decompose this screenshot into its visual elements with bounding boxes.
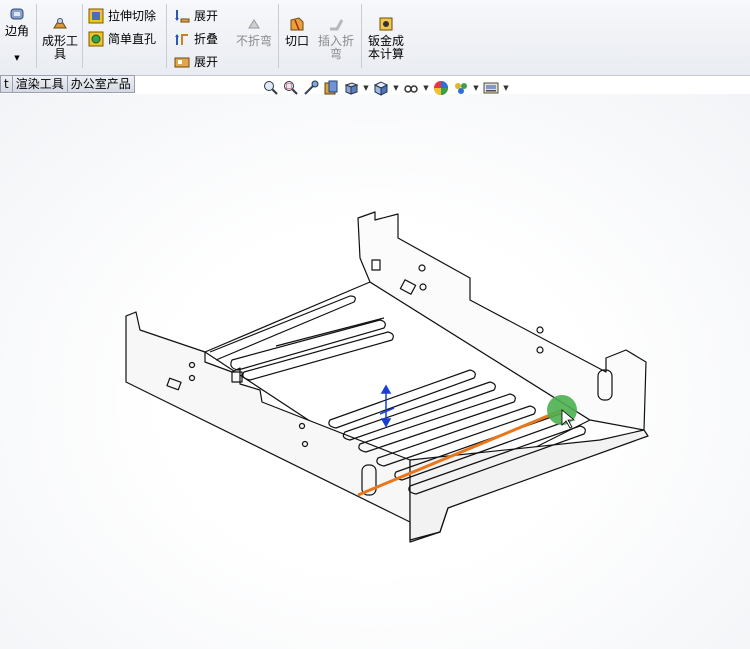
flatten-icon — [174, 57, 190, 67]
chevron-down-icon[interactable]: ▼ — [472, 84, 480, 92]
previous-view-icon[interactable] — [302, 80, 320, 96]
section-view-icon[interactable] — [322, 80, 340, 96]
chevron-down-icon[interactable]: ▼ — [362, 84, 370, 92]
forming-tool-label: 成形工 具 — [41, 34, 78, 61]
tab-render-tools[interactable]: 渲染工具 — [11, 75, 68, 93]
forming-tool-icon — [53, 18, 67, 29]
rip-icon — [290, 17, 304, 31]
apply-scene-icon[interactable] — [452, 80, 470, 96]
no-bends-icon — [248, 19, 260, 29]
no-bends-button[interactable]: 不折弯 — [233, 16, 275, 48]
corner-icon — [10, 8, 24, 20]
fold-button[interactable]: 折叠 — [174, 30, 218, 47]
flatten-label: 展开 — [194, 55, 219, 69]
tab-office-products[interactable]: 办公室产品 — [66, 75, 135, 93]
command-manager-tabs: t 渲染工具 办公室产品 — [0, 75, 135, 93]
corner-label: 边角 — [4, 24, 29, 38]
hide-show-items-icon[interactable] — [402, 80, 420, 96]
edit-appearance-icon[interactable] — [432, 80, 450, 96]
zoom-to-fit-icon[interactable] — [262, 80, 280, 96]
zoom-to-area-icon[interactable] — [282, 80, 300, 96]
insert-bends-button[interactable]: 插入折 弯 — [314, 16, 358, 61]
no-bends-label: 不折弯 — [235, 34, 272, 48]
separator — [361, 4, 362, 68]
chevron-down-icon[interactable]: ▼ — [502, 84, 510, 92]
separator — [36, 4, 37, 68]
simple-hole-button[interactable]: 简单直孔 — [88, 30, 156, 47]
extruded-cut-button[interactable]: 拉伸切除 — [88, 7, 156, 24]
extruded-cut-icon — [88, 8, 104, 23]
sheet-metal-cost-label: 钣金成 本计算 — [367, 34, 404, 61]
insert-bends-label: 插入折 弯 — [317, 34, 354, 61]
extruded-cut-label: 拉伸切除 — [108, 9, 157, 23]
chevron-down-icon[interactable]: ▼ — [422, 84, 430, 92]
insert-bends-icon — [330, 19, 344, 31]
forming-tool-button[interactable]: 成形工 具 — [40, 16, 80, 61]
graphics-area[interactable] — [0, 94, 750, 649]
unfold-button[interactable]: 展开 — [174, 7, 218, 24]
chevron-down-icon[interactable]: ▼ — [392, 84, 400, 92]
command-manager-toolbar: 边角 ▼ 成形工 具 拉伸切除 简单直孔 展开 折叠 展开 不折弯 切口 插入折… — [0, 0, 750, 76]
fold-label: 折叠 — [194, 32, 219, 46]
separator — [278, 4, 279, 68]
separator — [82, 4, 83, 68]
flatten-button[interactable]: 展开 — [174, 53, 218, 70]
chevron-down-icon[interactable]: ▼ — [2, 52, 32, 65]
unfold-label: 展开 — [194, 9, 219, 23]
rip-label: 切口 — [284, 34, 309, 48]
simple-hole-icon — [88, 31, 104, 46]
sheet-metal-cost-button[interactable]: 钣金成 本计算 — [364, 16, 408, 61]
unfold-icon — [175, 9, 190, 22]
sheet-metal-cost-icon — [379, 17, 393, 31]
simple-hole-label: 简单直孔 — [108, 32, 157, 46]
rip-button[interactable]: 切口 — [282, 16, 312, 48]
corner-button[interactable]: 边角 ▼ — [2, 6, 32, 65]
fold-icon — [175, 33, 188, 45]
heads-up-view-toolbar: ▼ ▼ ▼ ▼ ▼ — [262, 80, 510, 96]
display-style-icon[interactable] — [372, 80, 390, 96]
view-orientation-icon[interactable] — [342, 80, 360, 96]
separator — [166, 4, 167, 68]
view-settings-icon[interactable] — [482, 80, 500, 96]
